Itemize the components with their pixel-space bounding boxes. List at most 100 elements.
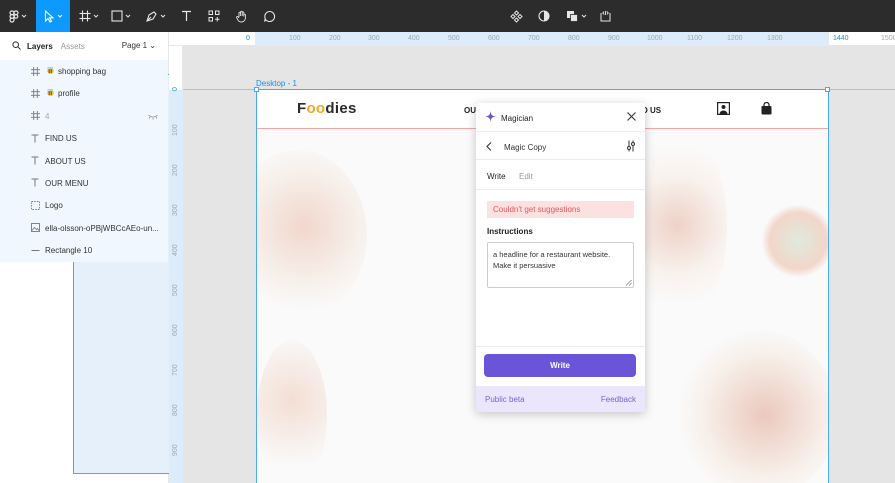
frame-icon — [79, 10, 91, 22]
food-image — [762, 205, 828, 277]
ruler-tick-label: 1200 — [727, 35, 743, 42]
layer-label: shopping bag — [58, 67, 107, 76]
public-beta-label: Public beta — [485, 395, 525, 404]
ruler-tick-label: 200 — [329, 35, 341, 42]
instructions-textarea[interactable] — [487, 242, 634, 288]
ruler-tick-label: 1000 — [647, 35, 663, 42]
toolbar — [0, 0, 895, 32]
layer-label: Rectangle 10 — [45, 246, 93, 256]
ruler-tick-label: 1300 — [767, 35, 783, 42]
layer-row[interactable]: Logo — [0, 194, 168, 217]
code-icon — [599, 10, 612, 22]
settings-sliders-icon[interactable] — [626, 140, 636, 154]
ruler-tick-label: 900 — [172, 444, 179, 456]
ruler-tick-label: 0 — [246, 35, 250, 42]
frame-hash-icon — [30, 88, 40, 98]
figma-logo-icon — [9, 9, 19, 23]
layers-panel: Layers Assets Page 1 ⌄ Desktop - 1 shoppi… — [0, 32, 646, 483]
ruler-tick-label: 300 — [172, 204, 179, 216]
layer-row[interactable]: profile — [0, 82, 168, 105]
close-icon[interactable] — [627, 112, 636, 123]
layer-row[interactable]: shopping bag — [0, 60, 168, 83]
layer-row[interactable]: ella-olsson-oPBjWBCcAEo-un... — [0, 216, 168, 240]
text-layer-icon — [30, 156, 40, 166]
pen-tool-button[interactable] — [142, 0, 168, 32]
chevron-down-icon — [581, 14, 587, 18]
layer-label: OUR MENU — [45, 178, 89, 188]
main-menu-button[interactable] — [4, 0, 32, 32]
horizontal-ruler: 0 100 200 300 400 500 600 700 800 900 1000 1100 1200… — [169, 32, 895, 46]
chevron-down-icon — [125, 14, 131, 18]
layer-label: ella-olsson-oPBjWBCcAEo-un... — [45, 223, 159, 233]
plugin-footer: Public beta Feedback — [476, 386, 645, 412]
text-layer-icon — [30, 133, 40, 143]
resources-icon — [208, 10, 220, 22]
logo-text: dies — [325, 100, 357, 117]
plugin-subheader: Magic Copy — [476, 132, 645, 160]
image-icon — [30, 223, 40, 233]
foodies-logo: Foodies — [297, 100, 357, 117]
write-button[interactable]: Write — [484, 354, 636, 377]
sparkle-icon — [485, 111, 496, 124]
left-panel-tabs: Layers Assets Page 1 ⌄ — [0, 32, 168, 60]
logo-text: oo — [306, 100, 326, 117]
page-selector[interactable]: Page 1 ⌄ — [122, 41, 156, 50]
ruler-tick-label: 100 — [172, 124, 179, 136]
text-layer-icon — [30, 178, 40, 188]
eye-hidden-icon[interactable] — [148, 113, 158, 122]
search-icon[interactable] — [12, 40, 21, 52]
resize-grip-icon[interactable] — [625, 279, 632, 288]
chevron-down-icon — [93, 14, 99, 18]
frame-label[interactable]: Desktop - 1 — [256, 79, 297, 88]
tab-edit[interactable]: Edit — [519, 172, 533, 181]
resources-tool-button[interactable] — [204, 0, 224, 32]
chevron-down-icon: ⌄ — [149, 41, 156, 50]
tab-write[interactable]: Write — [487, 172, 506, 181]
text-tool-button[interactable] — [176, 0, 196, 32]
shape-tool-button[interactable] — [108, 0, 134, 32]
component-button[interactable] — [507, 0, 525, 32]
profile-icon — [717, 102, 731, 117]
hand-tool-button[interactable] — [231, 0, 251, 32]
ruler-tick-label: 0 — [172, 87, 179, 91]
food-image — [677, 330, 828, 483]
error-message: Couldn't get suggestions — [487, 201, 634, 218]
layer-list: Desktop - 1 shopping bag profile 4 FIND US AB… — [0, 60, 646, 474]
shopping-bag-icon — [761, 101, 772, 117]
contrast-button[interactable] — [535, 0, 553, 32]
nav-our-menu: OU — [464, 106, 476, 115]
food-image — [257, 150, 367, 320]
resize-handle[interactable] — [825, 87, 830, 92]
ruler-tick-label: 300 — [368, 35, 380, 42]
hand-icon — [235, 10, 248, 23]
comment-icon — [263, 10, 276, 23]
comment-tool-button[interactable] — [258, 0, 280, 32]
ruler-tick-label: 400 — [408, 35, 420, 42]
layer-label: Logo — [45, 201, 63, 211]
move-tool-button[interactable] — [36, 0, 70, 32]
layer-label: 4 — [45, 111, 50, 121]
layer-row[interactable]: Rectangle 10 — [0, 239, 168, 262]
back-arrow-icon[interactable] — [486, 142, 492, 153]
tab-assets[interactable]: Assets — [61, 42, 85, 51]
layer-row[interactable]: FIND US — [0, 127, 168, 150]
frame-hash-icon — [30, 66, 40, 76]
rectangle-icon — [111, 10, 123, 22]
layer-row[interactable]: 4 — [0, 104, 168, 128]
resize-handle[interactable] — [254, 87, 259, 92]
layer-row[interactable]: ABOUT US — [0, 149, 168, 172]
food-image — [257, 340, 327, 483]
vertical-ruler: 0 100 200 300 400 500 600 700 800 900 — [169, 46, 183, 483]
plugin-header: Magician — [476, 103, 645, 132]
feedback-link[interactable]: Feedback — [601, 395, 636, 404]
ruler-tick-label: 1440 — [833, 35, 849, 42]
instructions-label: Instructions — [487, 227, 533, 236]
boolean-button[interactable] — [563, 0, 589, 32]
cursor-icon — [44, 9, 55, 23]
layer-row[interactable]: OUR MENU — [0, 171, 168, 195]
frame-tool-button[interactable] — [76, 0, 102, 32]
dev-mode-button[interactable] — [596, 0, 614, 32]
tab-layers[interactable]: Layers — [27, 42, 53, 51]
magician-plugin-panel: Magician Magic Copy Write Edit Couldn't … — [476, 103, 645, 412]
frame-hash-icon — [30, 111, 40, 121]
